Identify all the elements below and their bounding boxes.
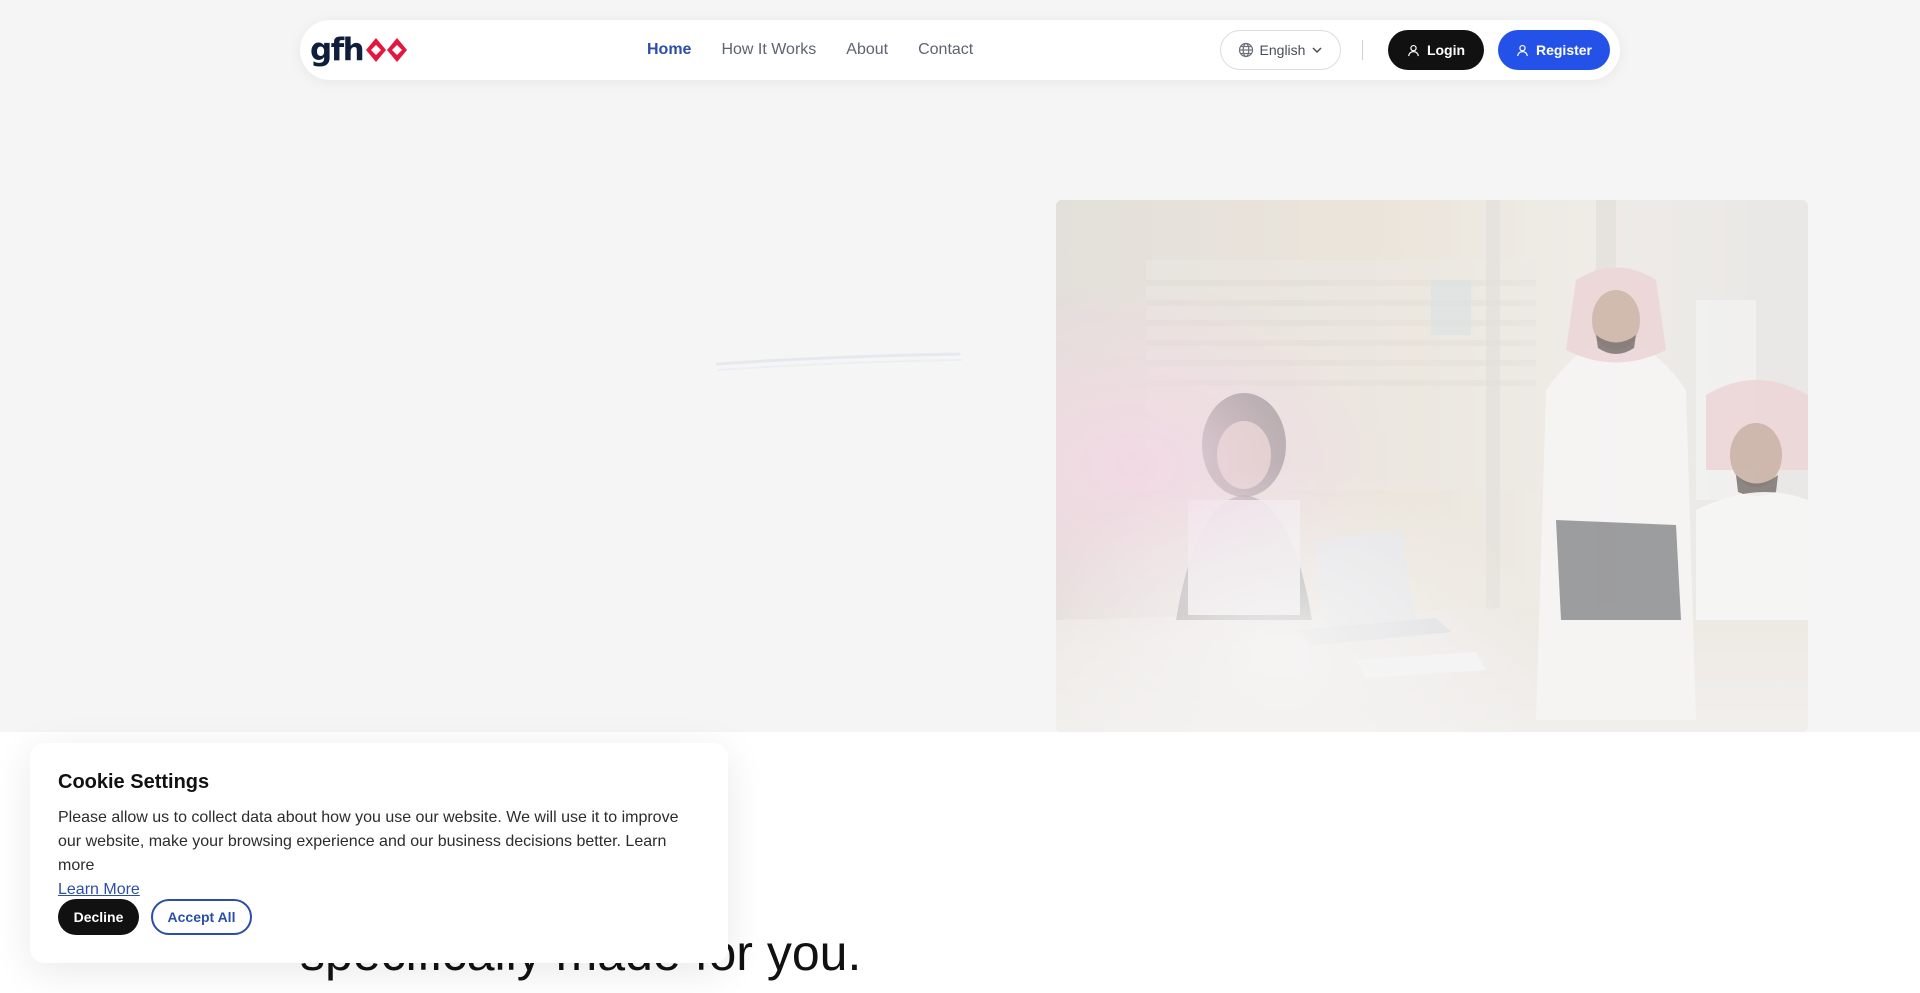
logo-text: gfh: [310, 31, 365, 68]
decline-button[interactable]: Decline: [58, 899, 139, 935]
language-selector[interactable]: English: [1220, 30, 1341, 70]
main-nav: Home How It Works About Contact: [647, 20, 973, 80]
hero-decorative-lines: [715, 352, 962, 371]
logo[interactable]: gfh: [310, 31, 409, 69]
navbar: gfh Home How It Works About Contact Engl…: [300, 20, 1620, 80]
hero-image: [1056, 200, 1808, 732]
user-icon: [1408, 44, 1419, 56]
register-label: Register: [1535, 42, 1593, 58]
language-label: English: [1259, 42, 1306, 58]
register-button[interactable]: Register: [1498, 30, 1610, 70]
user-icon: [1517, 44, 1528, 56]
nav-link-how-it-works[interactable]: How It Works: [721, 41, 816, 59]
cookie-title: Cookie Settings: [58, 771, 210, 793]
globe-icon: [1238, 42, 1253, 58]
login-button[interactable]: Login: [1388, 30, 1484, 70]
cookie-settings-card: Cookie Settings Please allow us to colle…: [30, 743, 728, 963]
nav-link-contact[interactable]: Contact: [918, 41, 973, 59]
chevron-down-icon: [1312, 47, 1322, 54]
logo-diamonds-icon: [366, 38, 408, 62]
login-label: Login: [1426, 42, 1466, 58]
nav-link-about[interactable]: About: [846, 41, 888, 59]
cookie-actions: Decline Accept All: [58, 899, 252, 935]
nav-divider: [1362, 40, 1363, 60]
nav-link-home[interactable]: Home: [647, 41, 691, 59]
cookie-description: Please allow us to collect data about ho…: [58, 809, 679, 874]
accept-all-button[interactable]: Accept All: [151, 899, 252, 935]
